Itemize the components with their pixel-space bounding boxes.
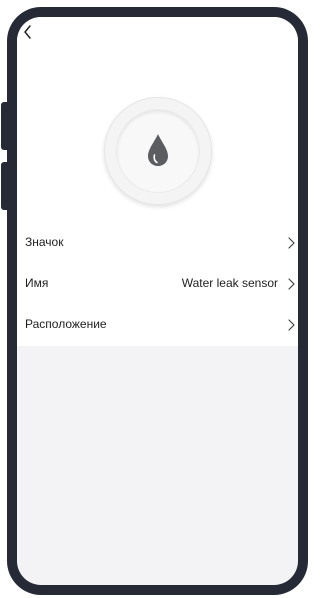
name-setting-value: Water leak sensor (181, 276, 278, 290)
chevron-left-icon (24, 25, 31, 39)
name-setting-label: Имя (25, 276, 49, 290)
chevron-right-icon (288, 319, 295, 331)
chevron-right-icon (288, 278, 295, 290)
location-setting-label: Расположение (25, 317, 107, 331)
icon-setting-row[interactable]: Значок (17, 223, 298, 263)
device-image-inner (117, 110, 199, 192)
device-image (104, 97, 212, 205)
name-setting-row[interactable]: Имя Water leak sensor (17, 264, 298, 304)
chevron-right-icon (288, 237, 295, 249)
icon-setting-label: Значок (25, 235, 64, 249)
back-button[interactable] (19, 23, 39, 43)
app-screen: Значок Имя Water leak sensor Расположени… (17, 17, 298, 585)
phone-side-button (1, 102, 9, 150)
settings-panel: Значок Имя Water leak sensor Расположени… (17, 17, 298, 346)
phone-side-button (1, 162, 9, 210)
water-drop-icon (148, 134, 168, 166)
location-setting-row[interactable]: Расположение (17, 305, 298, 345)
